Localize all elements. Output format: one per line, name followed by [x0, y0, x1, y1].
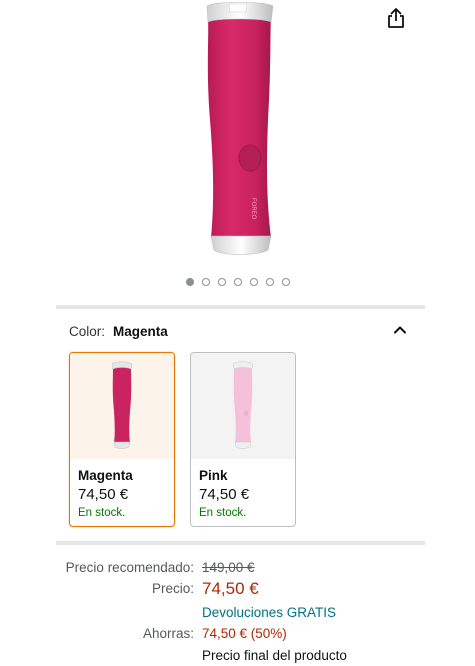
color-option-magenta[interactable]: Magenta 74,50 € En stock.: [69, 352, 175, 527]
image-pagination: [0, 278, 475, 286]
option-price: 74,50 €: [199, 486, 250, 503]
swatch-image: [191, 353, 295, 459]
gallery-dot[interactable]: [217, 278, 226, 286]
swatch-product-thumbnail: [232, 361, 254, 449]
savings-label: Ahorras:: [142, 626, 194, 641]
price-label: Precio:: [151, 581, 194, 596]
color-option-pink[interactable]: Pink 74,50 € En stock.: [190, 352, 296, 527]
gallery-dot[interactable]: [249, 278, 258, 286]
swatch-image: [70, 353, 174, 459]
price-row: Precio: 74,50 €: [56, 579, 436, 599]
gallery-dot[interactable]: [185, 278, 194, 286]
chevron-up-icon[interactable]: [392, 322, 408, 338]
section-divider: [56, 305, 425, 309]
color-selector-header[interactable]: Color: Magenta: [69, 322, 414, 340]
gallery-dot[interactable]: [265, 278, 274, 286]
option-stock: En stock.: [78, 507, 126, 519]
share-icon[interactable]: [384, 6, 408, 30]
section-divider: [56, 541, 425, 545]
swatch-product-thumbnail: [111, 361, 133, 449]
rrp-row: Precio recomendado: 149,00 €: [56, 558, 436, 578]
final-price-row: Precio final del producto: [56, 646, 436, 666]
option-price: 74,50 €: [78, 486, 129, 503]
gallery-dot[interactable]: [281, 278, 290, 286]
color-label: Color:: [69, 323, 106, 339]
final-price-note: Precio final del producto: [202, 648, 347, 663]
price-value: 74,50 €: [202, 579, 259, 598]
rrp-label: Precio recomendado:: [65, 560, 194, 575]
selected-color: Magenta: [113, 323, 168, 339]
product-image[interactable]: FOREO: [0, 0, 475, 270]
gallery-dot[interactable]: [233, 278, 242, 286]
savings-value: 74,50 € (50%): [202, 626, 287, 641]
option-stock: En stock.: [199, 507, 247, 519]
rrp-value: 149,00 €: [202, 560, 255, 575]
option-name: Pink: [199, 468, 228, 483]
option-name: Magenta: [78, 468, 133, 483]
brand-mark: FOREO: [250, 198, 256, 220]
gallery-dot[interactable]: [201, 278, 210, 286]
savings-row: Ahorras: 74,50 € (50%): [56, 624, 436, 644]
returns-row: Devoluciones GRATIS: [56, 603, 436, 623]
free-returns-link[interactable]: Devoluciones GRATIS: [202, 605, 336, 620]
